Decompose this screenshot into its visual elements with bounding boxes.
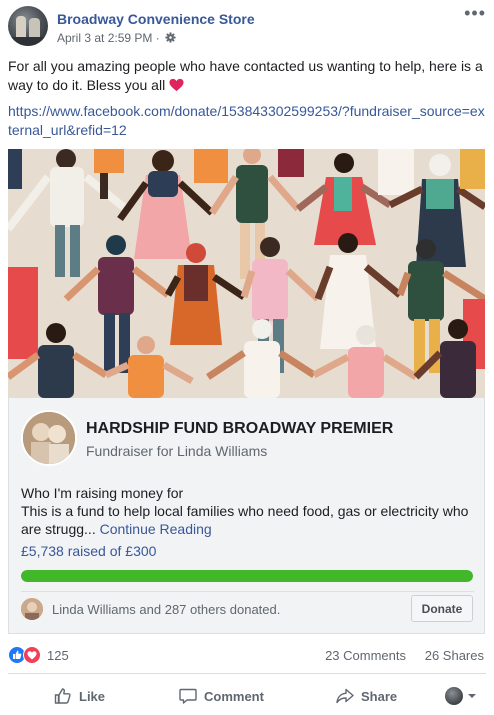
- like-label: Like: [79, 688, 106, 704]
- gear-icon[interactable]: [165, 32, 176, 43]
- people-holding-hands-illustration: [8, 149, 485, 398]
- more-options-icon[interactable]: •••: [464, 4, 486, 22]
- post-text: For all you amazing people who have cont…: [8, 57, 486, 95]
- like-button[interactable]: Like: [53, 683, 105, 709]
- post-timestamp[interactable]: April 3 at 2:59 PM: [57, 31, 152, 45]
- fundraiser-photo[interactable]: [21, 410, 77, 466]
- post-header: Broadway Convenience Store April 3 at 2:…: [8, 4, 488, 50]
- donor-avatar[interactable]: [21, 598, 43, 620]
- progress-fill: [21, 570, 473, 582]
- donate-link[interactable]: https://www.facebook.com/donate/15384330…: [8, 102, 486, 140]
- fundraiser-title[interactable]: HARDSHIP FUND BROADWAY PREMIER: [86, 420, 393, 438]
- chevron-down-icon: [468, 694, 476, 698]
- post-as-selector[interactable]: [445, 683, 483, 709]
- reaction-count[interactable]: 125: [47, 648, 69, 663]
- donor-avatar-image: [21, 598, 43, 620]
- post-message: For all you amazing people who have cont…: [8, 58, 483, 93]
- reactions-bar: 125 23 Comments 26 Shares: [8, 645, 488, 667]
- action-divider: [8, 673, 486, 674]
- comment-button[interactable]: Comment: [178, 683, 264, 709]
- fundraiser-description: Who I'm raising money for This is a fund…: [21, 484, 476, 538]
- fundraiser-cover-image[interactable]: [8, 149, 485, 398]
- card-divider: [21, 591, 474, 592]
- amount-raised: £5,738 raised of £300: [21, 543, 157, 559]
- share-label: Share: [361, 688, 398, 704]
- page-name[interactable]: Broadway Convenience Store: [57, 11, 255, 27]
- page-avatar-small: [445, 687, 463, 705]
- donate-button[interactable]: Donate: [411, 595, 473, 622]
- share-button[interactable]: Share: [335, 683, 397, 709]
- fundraiser-subtitle: Fundraiser for Linda Williams: [86, 443, 268, 459]
- like-icon: [54, 688, 71, 704]
- comment-icon: [179, 688, 197, 704]
- heart-icon: [27, 651, 37, 660]
- meta-separator: ·: [152, 31, 164, 45]
- post-actions: Like Comment Share: [8, 680, 486, 710]
- continue-reading-link[interactable]: Continue Reading: [100, 521, 212, 537]
- donors-summary[interactable]: Linda Williams and 287 others donated.: [52, 602, 280, 617]
- fundraiser-photo-image: [23, 412, 75, 464]
- page-avatar[interactable]: [8, 6, 48, 46]
- facebook-post: Broadway Convenience Store April 3 at 2:…: [0, 0, 494, 715]
- post-meta: April 3 at 2:59 PM ·: [57, 31, 176, 45]
- progress-bar: [21, 570, 473, 582]
- comment-label: Comment: [204, 688, 264, 704]
- description-body: This is a fund to help local families wh…: [21, 503, 469, 537]
- love-reaction-icon[interactable]: [23, 646, 41, 664]
- share-icon: [336, 688, 354, 704]
- shares-count[interactable]: 26 Shares: [425, 648, 484, 663]
- heart-emoji-icon: [169, 78, 184, 92]
- fundraiser-card[interactable]: HARDSHIP FUND BROADWAY PREMIER Fundraise…: [8, 398, 485, 634]
- comments-count[interactable]: 23 Comments: [325, 648, 406, 663]
- description-heading: Who I'm raising money for: [21, 485, 184, 501]
